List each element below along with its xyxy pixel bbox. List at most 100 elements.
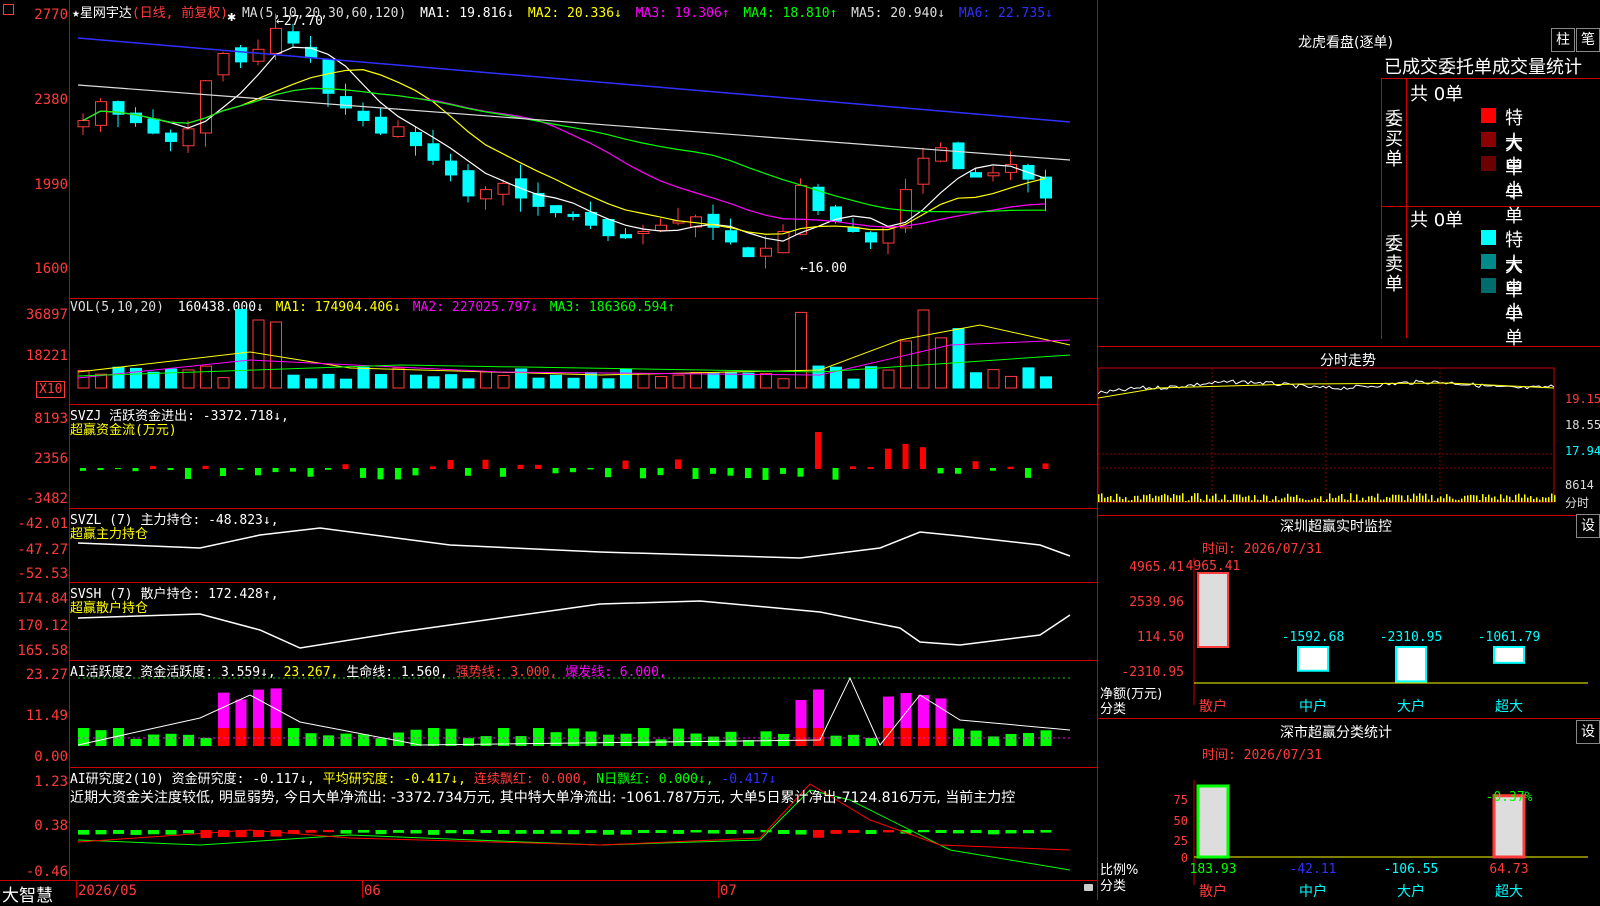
classify-time: 时间: 2026/07/31 xyxy=(1202,748,1322,763)
volume-bar xyxy=(935,337,947,389)
chart-area[interactable]: ★星网宇达(日线, 前复权) MA(5,10,20,30,60,120) MA1… xyxy=(0,0,1098,906)
volume-bar xyxy=(917,309,930,389)
classify-title: 深市超赢分类统计 xyxy=(1280,725,1392,741)
volume-bar xyxy=(1022,367,1035,389)
classify-category-label: 大户 xyxy=(1397,883,1425,900)
monitor-bar xyxy=(1297,646,1329,672)
volume-bar xyxy=(970,372,982,389)
brand-label: 大智慧 xyxy=(2,886,53,906)
volume-bar xyxy=(847,378,860,389)
monitor-ylabel-2: 分类 xyxy=(1100,702,1127,717)
svzl-y-tick-2: -52.53 xyxy=(17,566,68,582)
volume-bar xyxy=(392,367,405,389)
volume-bar xyxy=(77,370,90,389)
ai-active-label: AI活跃度2 资金活跃度: 3.559↓, xyxy=(70,665,276,680)
volume-bar xyxy=(760,373,772,389)
monitor-category-label: 散户 xyxy=(1199,698,1227,715)
volume-bar xyxy=(567,377,580,389)
svzl-subtitle: 超赢主力持仓 xyxy=(70,527,149,542)
lock-icon[interactable] xyxy=(1084,884,1093,891)
classify-category-label: 中户 xyxy=(1299,883,1327,900)
volume-bar xyxy=(375,374,387,389)
volume-bar xyxy=(1005,375,1017,389)
monitor-bar xyxy=(1493,646,1525,664)
monitor-y-label: 2539.96 xyxy=(1129,595,1184,610)
volume-bar xyxy=(427,376,440,389)
svzj-y-tick-1: 2356 xyxy=(34,451,68,467)
date-label-1: 06 xyxy=(364,883,381,899)
volume-bar xyxy=(637,373,650,389)
monitor-bar xyxy=(1197,572,1229,648)
monitor-bar xyxy=(1395,646,1427,683)
volume-bar xyxy=(900,340,912,389)
ai-active-y-tick-1: 11.49 xyxy=(25,708,68,724)
classify-y-label: 0 xyxy=(1181,851,1188,865)
date-label-0: 2026/05 xyxy=(78,883,138,899)
classify-value-label: 64.73 xyxy=(1489,862,1528,877)
monitor-bar-chart[interactable]: 4965.41 2539.96 114.50 -2310.95 4965.41 散户 -15… xyxy=(1098,0,1600,900)
ai-research-label: AI研究度2(10) 资金研究度: -0.117↓, xyxy=(70,772,315,787)
classify-y-label: 50 xyxy=(1174,814,1188,828)
ai-active-v1: 23.267, xyxy=(283,665,339,680)
volume-bar xyxy=(777,378,790,389)
date-tick-1 xyxy=(362,881,363,898)
ai-active-v4: 爆发线: 6.000, xyxy=(565,665,667,680)
classify-top-line xyxy=(1098,718,1600,719)
date-tick-2 xyxy=(718,881,719,898)
ai-research-title: AI研究度2(10) 资金研究度: -0.117↓, 平均研究度: -0.417… xyxy=(70,768,776,787)
date-label-2: 07 xyxy=(720,883,737,899)
monitor-value-label: -2310.95 xyxy=(1380,630,1443,645)
svzj-y-tick-2: -3482 xyxy=(25,491,68,507)
ai-active-y-tick-0: 23.27 xyxy=(25,667,68,683)
classify-settings-button[interactable]: 设 xyxy=(1576,720,1600,744)
volume-bar xyxy=(1040,376,1052,389)
volume-bar xyxy=(550,374,562,389)
ai-research-y-tick-1: 0.38 xyxy=(34,818,68,834)
volume-bar xyxy=(340,378,352,389)
svsh-subtitle: 超赢散户持仓 xyxy=(70,601,149,616)
volume-bar xyxy=(497,375,510,389)
volume-bar xyxy=(357,366,370,389)
side-panel: 龙虎看盘(逐单) 柱 笔 已成交委托单成交量统计 委买单 共 0单 委卖单 共 … xyxy=(1098,0,1600,900)
monitor-category-label: 超大 xyxy=(1495,699,1523,715)
volume-bar xyxy=(532,377,545,389)
volume-bar xyxy=(655,376,667,389)
ai-research-v1: 平均研究度: -0.417↓, xyxy=(322,772,466,787)
volume-bar xyxy=(305,378,317,389)
monitor-value-label: -1061.79 xyxy=(1478,630,1541,645)
monitor-category-label: 中户 xyxy=(1299,698,1327,715)
classify-value-label: 183.93 xyxy=(1190,862,1237,877)
monitor-y-label: 114.50 xyxy=(1137,630,1184,645)
ai-active-title: AI活跃度2 资金活跃度: 3.559↓, 23.267, 生命线: 1.560… xyxy=(70,661,667,680)
ai-active-v3: 强势线: 3.000, xyxy=(455,665,558,680)
volume-bar xyxy=(707,372,720,389)
svsh-y-tick-1: 170.12 xyxy=(17,618,68,634)
volume-bar xyxy=(742,372,755,389)
svzl-y-tick-1: -47.27 xyxy=(17,542,68,558)
ai-research-v2: 连续飘红: 0.000, xyxy=(473,772,589,787)
volume-bar xyxy=(620,368,632,389)
monitor-category-label: 大户 xyxy=(1397,698,1425,715)
volume-bar xyxy=(445,374,457,389)
classify-value-label: -42.11 xyxy=(1290,862,1337,877)
ai-research-y-tick-2: -0.46 xyxy=(25,864,68,880)
volume-bar xyxy=(165,368,177,389)
ai-research-y-tick-0: 1.23 xyxy=(34,774,68,790)
volume-bar xyxy=(287,374,300,389)
svsh-y-tick-2: 165.58 xyxy=(17,643,68,659)
classify-top-label: -0.37% xyxy=(1486,790,1533,805)
volume-bar xyxy=(200,365,212,389)
monitor-y-label: -2310.95 xyxy=(1121,665,1184,680)
monitor-y-label: 4965.41 xyxy=(1129,560,1184,575)
volume-bar xyxy=(795,311,807,389)
volume-bar xyxy=(690,371,702,389)
volume-bar xyxy=(322,373,335,389)
volume-bar xyxy=(672,374,685,389)
classify-category-label: 散户 xyxy=(1199,883,1227,900)
ai-research-commentary: 近期大资金关注度较低, 明显弱势, 今日大单净流出: -3372.734万元, … xyxy=(70,790,1016,806)
monitor-value-label: -1592.68 xyxy=(1282,630,1345,645)
ai-research-v4: -0.417↓ xyxy=(721,772,777,787)
ai-active-v2: 生命线: 1.560, xyxy=(346,665,448,680)
classify-value-label: -106.55 xyxy=(1384,862,1439,877)
volume-bar xyxy=(217,377,230,389)
